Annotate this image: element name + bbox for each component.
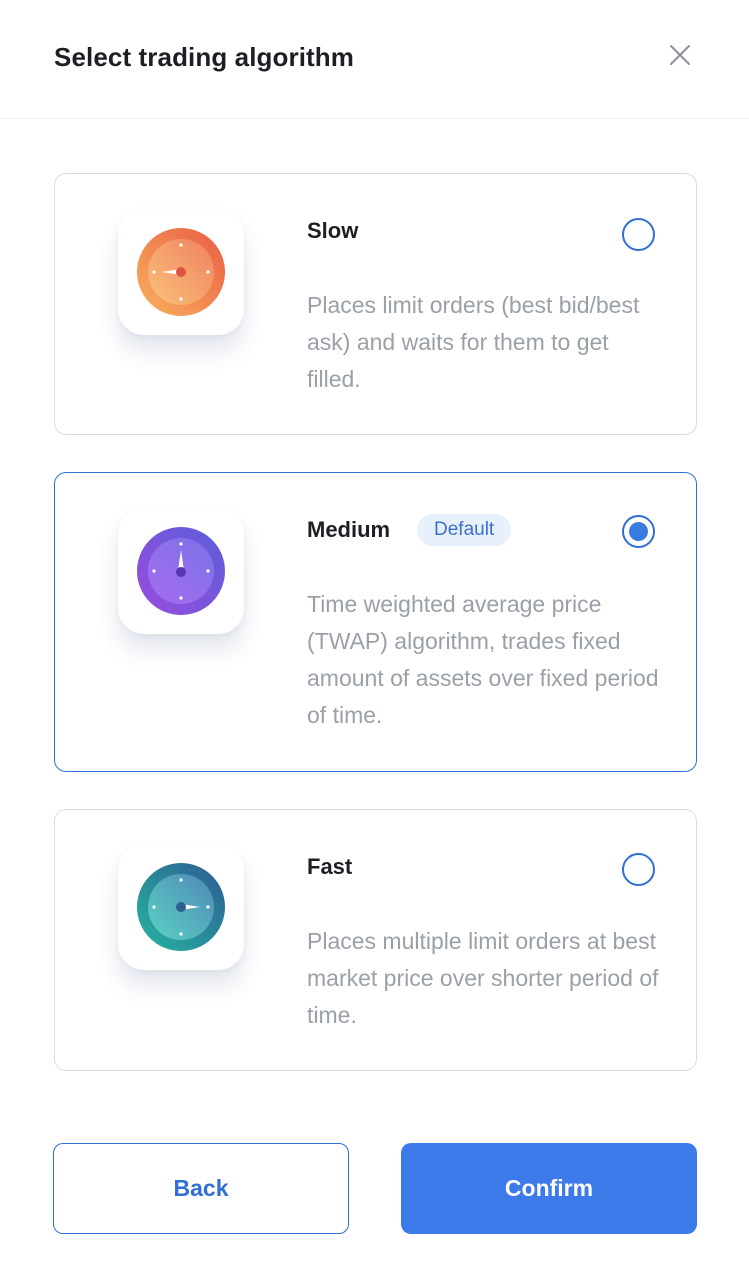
- default-badge: Default: [417, 514, 512, 546]
- gauge-icon: [137, 228, 225, 316]
- medium-speed-tile: [118, 508, 244, 634]
- option-description: Time weighted average price (TWAP) algor…: [307, 591, 659, 728]
- fast-speed-tile: [118, 844, 244, 970]
- gauge-icon: [137, 863, 225, 951]
- modal-header: Select trading algorithm: [0, 0, 749, 119]
- option-name: Medium: [307, 517, 391, 542]
- option-card-slow[interactable]: Slow Places limit orders (best bid/best …: [54, 173, 697, 435]
- option-card-medium[interactable]: Medium Default Time weighted average pri…: [54, 472, 697, 772]
- option-name: Slow: [307, 218, 359, 243]
- select-algorithm-modal: Select trading algorithm Slow Places lim…: [0, 0, 749, 1280]
- confirm-button[interactable]: Confirm: [401, 1143, 697, 1234]
- gauge-icon: [137, 527, 225, 615]
- option-radio-medium[interactable]: [622, 515, 655, 548]
- option-description: Places limit orders (best bid/best ask) …: [307, 292, 640, 392]
- option-name: Fast: [307, 854, 353, 879]
- option-card-fast[interactable]: Fast Places multiple limit orders at bes…: [54, 809, 697, 1071]
- close-icon: [670, 45, 690, 65]
- option-radio-slow[interactable]: [622, 218, 655, 251]
- modal-title: Select trading algorithm: [54, 42, 355, 72]
- close-button[interactable]: [664, 40, 696, 72]
- radio-selected-dot: [629, 522, 648, 541]
- back-button[interactable]: Back: [53, 1143, 349, 1234]
- option-radio-fast[interactable]: [622, 853, 655, 886]
- slow-speed-tile: [118, 209, 244, 335]
- option-description: Places multiple limit orders at best mar…: [307, 928, 659, 1028]
